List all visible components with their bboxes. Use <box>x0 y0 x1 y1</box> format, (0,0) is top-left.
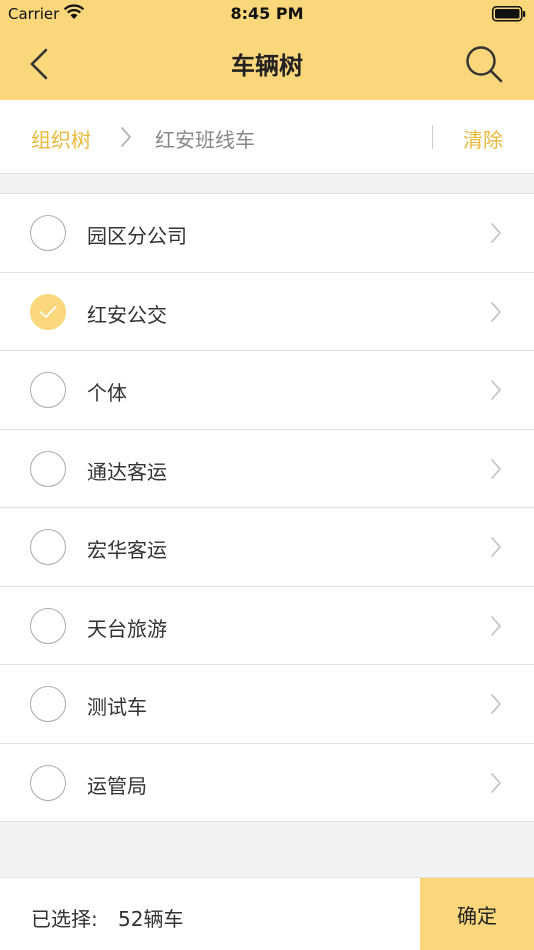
selected-label: 已选择: <box>31 907 98 931</box>
list-item[interactable]: 天台旅游 <box>0 587 534 665</box>
selected-count: 52辆车 <box>118 907 184 931</box>
list-item-label: 运管局 <box>87 773 147 798</box>
clock: 8:45 PM <box>230 4 304 23</box>
header: Carrier 8:45 PM 车辆树 <box>0 0 534 100</box>
list-item[interactable]: 运管局 <box>0 744 534 822</box>
list-item[interactable]: 红安公交 <box>0 273 534 351</box>
list-item-label: 个体 <box>87 381 127 405</box>
chevron-right-icon <box>491 694 501 714</box>
list-item-label: 红安公交 <box>87 302 167 327</box>
list-item[interactable]: 个体 <box>0 351 534 430</box>
confirm-button[interactable]: 确定 <box>420 878 534 950</box>
chevron-right-icon <box>121 127 131 147</box>
page-title: 车辆树 <box>231 52 303 80</box>
breadcrumb-root-link[interactable]: 组织树 <box>31 124 91 153</box>
chevron-right-icon <box>491 537 501 557</box>
list-item-label: 通达客运 <box>87 459 167 484</box>
list-item-label: 园区分公司 <box>87 224 187 248</box>
clear-button[interactable]: 清除 <box>463 124 503 153</box>
radio-button[interactable] <box>30 450 66 487</box>
chevron-right-icon <box>491 772 501 793</box>
radio-button[interactable] <box>30 215 66 251</box>
list-item[interactable]: 园区分公司 <box>0 194 534 273</box>
chevron-right-icon <box>491 301 501 322</box>
radio-button[interactable] <box>30 529 66 565</box>
chevron-right-icon <box>491 380 501 400</box>
battery-icon <box>492 6 526 22</box>
list-item[interactable]: 宏华客运 <box>0 508 534 587</box>
list-item-label: 天台旅游 <box>87 616 167 641</box>
radio-button[interactable] <box>30 372 66 408</box>
breadcrumb-current: 红安班线车 <box>155 128 255 152</box>
selection-footer: 已选择: 52辆车 确定 <box>0 877 534 950</box>
status-bar: Carrier 8:45 PM <box>0 0 534 28</box>
list-item-label: 宏华客运 <box>87 538 167 562</box>
chevron-right-icon <box>491 223 501 243</box>
list-item[interactable]: 通达客运 <box>0 430 534 508</box>
breadcrumb: 组织树 红安班线车 清除 <box>0 100 534 174</box>
search-icon[interactable] <box>462 42 506 86</box>
radio-button[interactable] <box>30 686 66 722</box>
chevron-right-icon <box>491 615 501 636</box>
radio-button[interactable] <box>30 607 66 644</box>
vehicle-group-list: 园区分公司 红安公交 个体 通达客运 宏华客运 天台旅游 测试车 运管局 <box>0 193 534 822</box>
list-item[interactable]: 测试车 <box>0 665 534 744</box>
divider <box>432 125 433 149</box>
radio-button[interactable] <box>30 764 66 801</box>
checkmark-icon <box>39 305 57 318</box>
list-item-label: 测试车 <box>87 695 147 719</box>
radio-button[interactable] <box>30 293 66 330</box>
chevron-right-icon <box>491 458 501 479</box>
